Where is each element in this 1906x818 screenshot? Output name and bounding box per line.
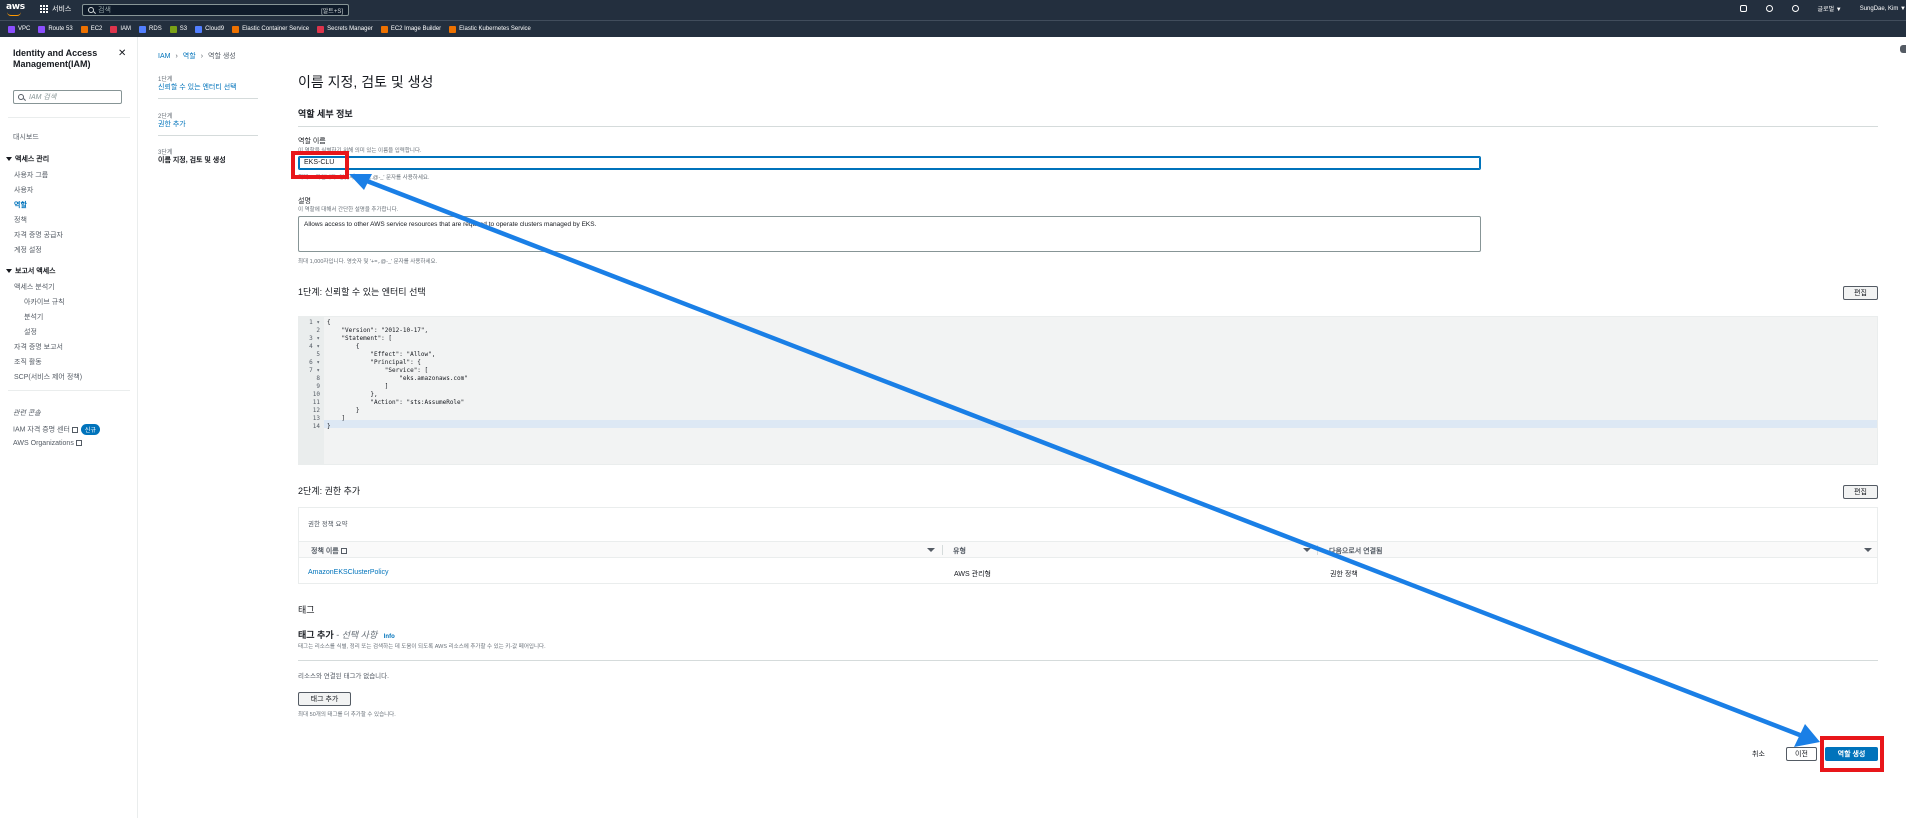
annotation-arrow — [349, 173, 1820, 747]
